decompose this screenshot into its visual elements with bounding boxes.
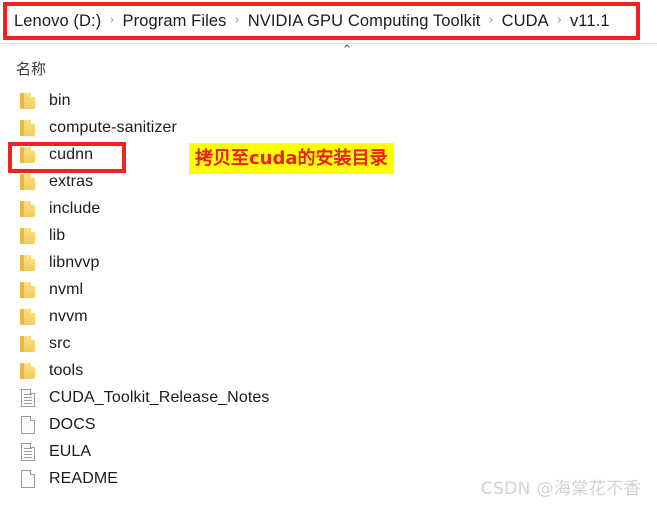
breadcrumb-item-drive[interactable]: Lenovo (D:)	[14, 12, 101, 31]
list-item-label: tools	[49, 361, 84, 379]
text-document-icon	[18, 388, 40, 408]
list-item-label: extras	[49, 172, 94, 190]
folder-icon	[18, 361, 40, 381]
list-item[interactable]: DOCS	[0, 411, 657, 438]
list-item-label: libnvvp	[49, 253, 100, 271]
text-document-icon	[18, 442, 40, 462]
folder-icon	[18, 199, 40, 219]
watermark: CSDN @海棠花不香	[480, 479, 641, 499]
list-item[interactable]: nvml	[0, 276, 657, 303]
list-item[interactable]: nvvm	[0, 303, 657, 330]
chevron-up-icon[interactable]: ⌃	[337, 44, 357, 58]
list-item[interactable]: libnvvp	[0, 249, 657, 276]
list-item-label: nvvm	[49, 307, 88, 325]
list-item-label: EULA	[49, 442, 92, 460]
address-bar-divider	[0, 43, 657, 44]
list-item-label: compute-sanitizer	[49, 118, 177, 136]
list-item[interactable]: src	[0, 330, 657, 357]
list-item[interactable]: CUDA_Toolkit_Release_Notes	[0, 384, 657, 411]
folder-icon	[18, 307, 40, 327]
blank-document-icon	[18, 415, 40, 435]
breadcrumb-separator-icon: ›	[234, 13, 240, 28]
list-item-label: src	[49, 334, 71, 352]
folder-icon	[18, 91, 40, 111]
breadcrumb[interactable]: Lenovo (D:) › Program Files › NVIDIA GPU…	[14, 10, 610, 33]
folder-icon	[18, 145, 40, 165]
folder-icon	[18, 118, 40, 138]
list-item-label: README	[49, 469, 119, 487]
blank-document-icon	[18, 469, 40, 489]
folder-icon	[18, 253, 40, 273]
list-item-label: bin	[49, 91, 71, 109]
breadcrumb-item-cuda[interactable]: CUDA	[502, 12, 549, 31]
folder-icon	[18, 172, 40, 192]
list-item-label: lib	[49, 226, 66, 244]
breadcrumb-item-v11-1[interactable]: v11.1	[570, 12, 610, 31]
list-item[interactable]: bin	[0, 87, 657, 114]
address-bar: Lenovo (D:) › Program Files › NVIDIA GPU…	[0, 0, 657, 43]
breadcrumb-separator-icon: ›	[109, 13, 115, 28]
annotation-callout: 拷贝至cuda的安装目录	[189, 143, 394, 174]
list-item-label: include	[49, 199, 101, 217]
folder-icon	[18, 280, 40, 300]
breadcrumb-item-program-files[interactable]: Program Files	[123, 12, 227, 31]
list-item[interactable]: compute-sanitizer	[0, 114, 657, 141]
breadcrumb-separator-icon: ›	[488, 13, 494, 28]
breadcrumb-separator-icon: ›	[556, 13, 562, 28]
list-item[interactable]: tools	[0, 357, 657, 384]
folder-icon	[18, 334, 40, 354]
list-item-label: DOCS	[49, 415, 96, 433]
list-item[interactable]: include	[0, 195, 657, 222]
list-item[interactable]: lib	[0, 222, 657, 249]
column-header-name[interactable]: 名称	[16, 58, 46, 79]
list-item-label: cudnn	[49, 145, 94, 163]
folder-icon	[18, 226, 40, 246]
list-item-label: nvml	[49, 280, 84, 298]
list-item-label: CUDA_Toolkit_Release_Notes	[49, 388, 270, 406]
list-item[interactable]: EULA	[0, 438, 657, 465]
breadcrumb-item-nvidia-toolkit[interactable]: NVIDIA GPU Computing Toolkit	[248, 12, 481, 31]
